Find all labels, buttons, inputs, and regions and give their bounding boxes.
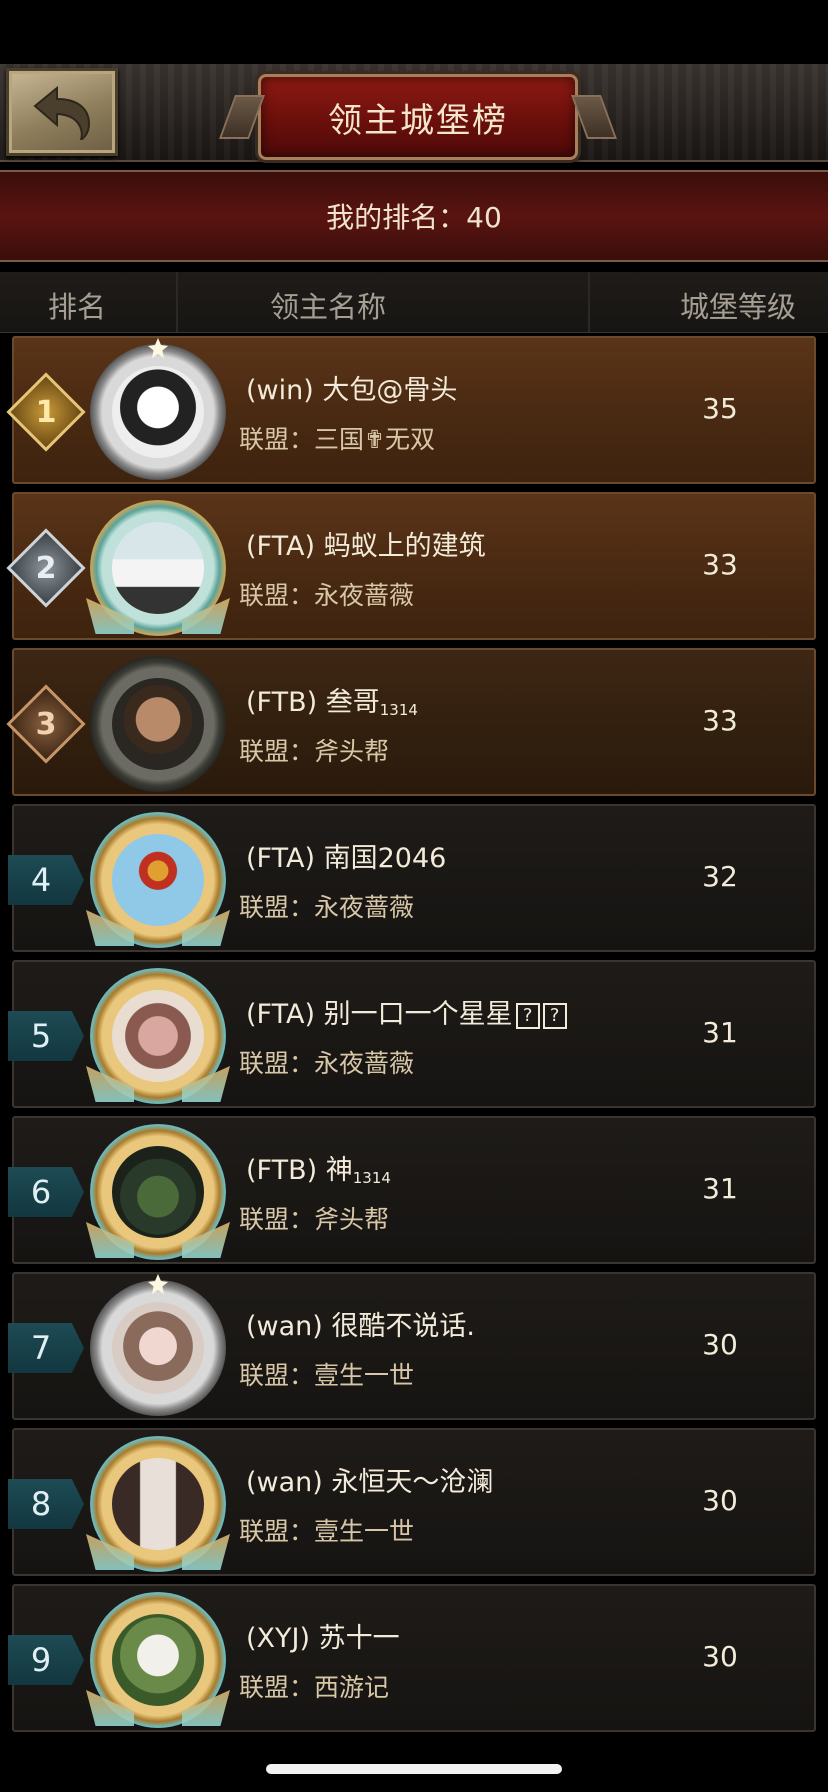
alliance-label: 联盟：斧头帮	[239, 737, 390, 766]
alliance-label: 联盟：壹生一世	[239, 1517, 415, 1546]
rank-badge: 5	[8, 1011, 84, 1061]
creature-avatar	[112, 990, 204, 1082]
leaderboard-row[interactable]: 8 (wan) 永恒天～沧澜 联盟：壹生一世 30	[8, 1428, 816, 1576]
name-column-header: 领主名称	[270, 290, 387, 324]
leaderboard-row[interactable]: 1 (win) 大包@骨头 联盟：三国✟无双 35	[6, 336, 816, 484]
avatar[interactable]	[86, 1436, 226, 1572]
leaderboard-row[interactable]: 7 (wan) 很酷不说话. 联盟：壹生一世 30	[8, 1272, 816, 1420]
alliance-label: 联盟：永夜蔷薇	[239, 1049, 415, 1078]
game-map-avatar	[112, 1146, 204, 1238]
alliance-label: 联盟：永夜蔷薇	[239, 581, 415, 610]
status-bar	[0, 0, 828, 64]
lord-name: (FTA) 南国2046	[246, 843, 447, 874]
rank-column-header: 排名	[48, 290, 107, 324]
silver-medal-icon: 2	[6, 528, 86, 608]
avatar[interactable]	[86, 500, 226, 636]
lord-name: (wan) 很酷不说话.	[246, 1311, 475, 1342]
rank-badge: 8	[8, 1479, 84, 1529]
castle-level: 31	[702, 1016, 738, 1049]
castle-level: 31	[702, 1172, 738, 1205]
avatar[interactable]	[90, 1274, 226, 1416]
leaderboard-row[interactable]: 9 (XYJ) 苏十一 联盟：西游记 30	[8, 1584, 816, 1732]
castle-level: 30	[702, 1640, 738, 1673]
lord-name: (wan) 永恒天～沧澜	[246, 1467, 494, 1498]
leaderboard-row[interactable]: 4 (FTA) 南国2046 联盟：永夜蔷薇 32	[8, 804, 816, 952]
lord-name: (FTB) 神1314	[246, 1155, 391, 1187]
castle-level: 32	[702, 860, 738, 893]
bronze-medal-icon: 3	[6, 684, 86, 764]
lord-name: (XYJ) 苏十一	[246, 1623, 400, 1654]
leaderboard-row[interactable]: 3 (FTB) 叁哥1314 联盟：斧头帮 33	[6, 648, 816, 796]
rank-badge: 9	[8, 1635, 84, 1685]
header-bar: 领主城堡榜	[0, 64, 828, 162]
castle-level: 33	[702, 548, 738, 581]
lord-name: (FTB) 叁哥1314	[246, 687, 418, 719]
my-rank-text: 我的排名：40	[326, 201, 502, 234]
lord-name: (win) 大包@骨头	[246, 375, 458, 406]
avatar[interactable]	[90, 338, 226, 480]
avatar[interactable]	[86, 968, 226, 1104]
lord-name: (FTA) 蚂蚁上的建筑	[246, 531, 486, 562]
level-column-header: 城堡等级	[680, 290, 797, 324]
leaderboard-row[interactable]: 5 (FTA) 别一口一个星星?? 联盟：永夜蔷薇 31	[8, 960, 816, 1108]
man-portrait-avatar	[112, 678, 204, 770]
alliance-label: 联盟：壹生一世	[239, 1361, 415, 1390]
avatar[interactable]	[86, 1124, 226, 1260]
white-car-avatar	[112, 522, 204, 614]
rank-badge: 7	[8, 1323, 84, 1373]
page-title: 领主城堡榜	[258, 74, 578, 160]
avatar[interactable]	[90, 656, 226, 792]
my-rank-banner: 我的排名：40	[0, 170, 828, 262]
rank-badge: 6	[8, 1167, 84, 1217]
back-button[interactable]	[6, 68, 118, 156]
unknown-glyph-icon: ?	[515, 1003, 540, 1029]
gold-medal-icon: 1	[6, 372, 86, 452]
hot-air-balloon-avatar	[112, 834, 204, 926]
column-headers: 排名 领主名称 城堡等级	[0, 272, 828, 333]
castle-level: 30	[702, 1328, 738, 1361]
alliance-label: 联盟：三国✟无双	[239, 425, 435, 454]
alliance-label: 联盟：西游记	[239, 1673, 390, 1702]
couple-photo-avatar	[112, 1458, 204, 1550]
castle-level: 30	[702, 1484, 738, 1517]
leaderboard-row[interactable]: 2 (FTA) 蚂蚁上的建筑 联盟：永夜蔷薇 33	[6, 492, 816, 640]
avatar[interactable]	[86, 1592, 226, 1728]
lord-name: (FTA) 别一口一个星星??	[246, 992, 567, 1031]
girl-portrait-avatar	[112, 1302, 204, 1394]
unknown-glyph-icon: ?	[542, 1003, 567, 1029]
hooded-figure-avatar	[112, 366, 204, 458]
leaderboard-row[interactable]: 6 (FTB) 神1314 联盟：斧头帮 31	[8, 1116, 816, 1264]
castle-level: 33	[702, 704, 738, 737]
alliance-label: 联盟：永夜蔷薇	[239, 893, 415, 922]
rank-badge: 4	[8, 855, 84, 905]
home-indicator[interactable]	[266, 1764, 562, 1774]
alliance-label: 联盟：斧头帮	[239, 1205, 390, 1234]
alpaca-avatar	[112, 1614, 204, 1706]
castle-level: 35	[702, 392, 738, 425]
back-arrow-icon	[33, 85, 91, 140]
avatar[interactable]	[86, 812, 226, 948]
